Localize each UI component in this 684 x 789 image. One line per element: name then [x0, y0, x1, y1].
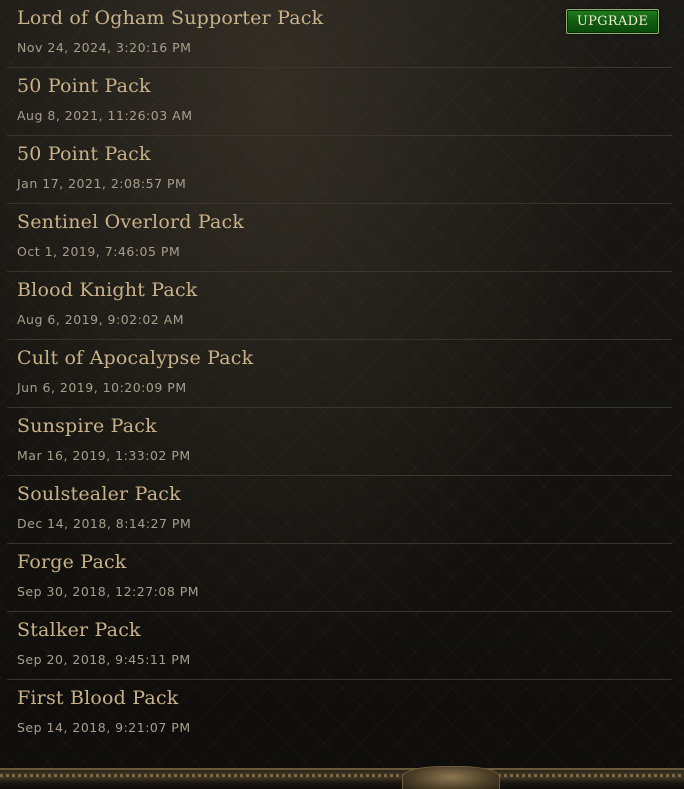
pack-name: Lord of Ogham Supporter Pack — [17, 7, 324, 29]
pack-purchase-date: Oct 1, 2019, 7:46:05 PM — [17, 244, 181, 259]
pack-purchase-date: Sep 30, 2018, 12:27:08 PM — [17, 584, 200, 599]
pack-purchase-date: Jun 6, 2019, 10:20:09 PM — [17, 380, 187, 395]
ornate-bottom-frame — [0, 766, 684, 789]
pack-name: Blood Knight Pack — [17, 279, 198, 301]
pack-name: Sunspire Pack — [17, 415, 157, 437]
pack-list: Lord of Ogham Supporter Pack Nov 24, 202… — [7, 0, 672, 748]
pack-row: 50 Point Pack Aug 8, 2021, 11:26:03 AM — [7, 68, 672, 136]
pack-name: Soulstealer Pack — [17, 483, 181, 505]
pack-row: Cult of Apocalypse Pack Jun 6, 2019, 10:… — [7, 340, 672, 408]
pack-name: 50 Point Pack — [17, 75, 151, 97]
pack-purchase-date: Mar 16, 2019, 1:33:02 PM — [17, 448, 191, 463]
pack-purchase-date: Nov 24, 2024, 3:20:16 PM — [17, 40, 192, 55]
frame-ornament-icon — [402, 766, 500, 789]
pack-purchase-date: Aug 6, 2019, 9:02:02 AM — [17, 312, 185, 327]
pack-purchase-date: Dec 14, 2018, 8:14:27 PM — [17, 516, 192, 531]
pack-row: Sunspire Pack Mar 16, 2019, 1:33:02 PM — [7, 408, 672, 476]
pack-purchase-date: Sep 14, 2018, 9:21:07 PM — [17, 720, 191, 735]
pack-row: Sentinel Overlord Pack Oct 1, 2019, 7:46… — [7, 204, 672, 272]
pack-name: First Blood Pack — [17, 687, 179, 709]
pack-row: Stalker Pack Sep 20, 2018, 9:45:11 PM — [7, 612, 672, 680]
pack-row: Soulstealer Pack Dec 14, 2018, 8:14:27 P… — [7, 476, 672, 544]
pack-row: Blood Knight Pack Aug 6, 2019, 9:02:02 A… — [7, 272, 672, 340]
pack-purchase-date: Jan 17, 2021, 2:08:57 PM — [17, 176, 187, 191]
pack-name: Forge Pack — [17, 551, 127, 573]
purchase-history-page: Lord of Ogham Supporter Pack Nov 24, 202… — [0, 0, 684, 789]
pack-row: Lord of Ogham Supporter Pack Nov 24, 202… — [7, 0, 672, 68]
pack-row: First Blood Pack Sep 14, 2018, 9:21:07 P… — [7, 680, 672, 748]
pack-row: Forge Pack Sep 30, 2018, 12:27:08 PM — [7, 544, 672, 612]
pack-row: 50 Point Pack Jan 17, 2021, 2:08:57 PM — [7, 136, 672, 204]
pack-purchase-date: Aug 8, 2021, 11:26:03 AM — [17, 108, 193, 123]
pack-name: 50 Point Pack — [17, 143, 151, 165]
pack-purchase-date: Sep 20, 2018, 9:45:11 PM — [17, 652, 191, 667]
pack-name: Stalker Pack — [17, 619, 141, 641]
pack-name: Cult of Apocalypse Pack — [17, 347, 254, 369]
upgrade-button[interactable]: UPGRADE — [566, 9, 659, 34]
frame-border-line — [0, 774, 684, 777]
pack-name: Sentinel Overlord Pack — [17, 211, 245, 233]
